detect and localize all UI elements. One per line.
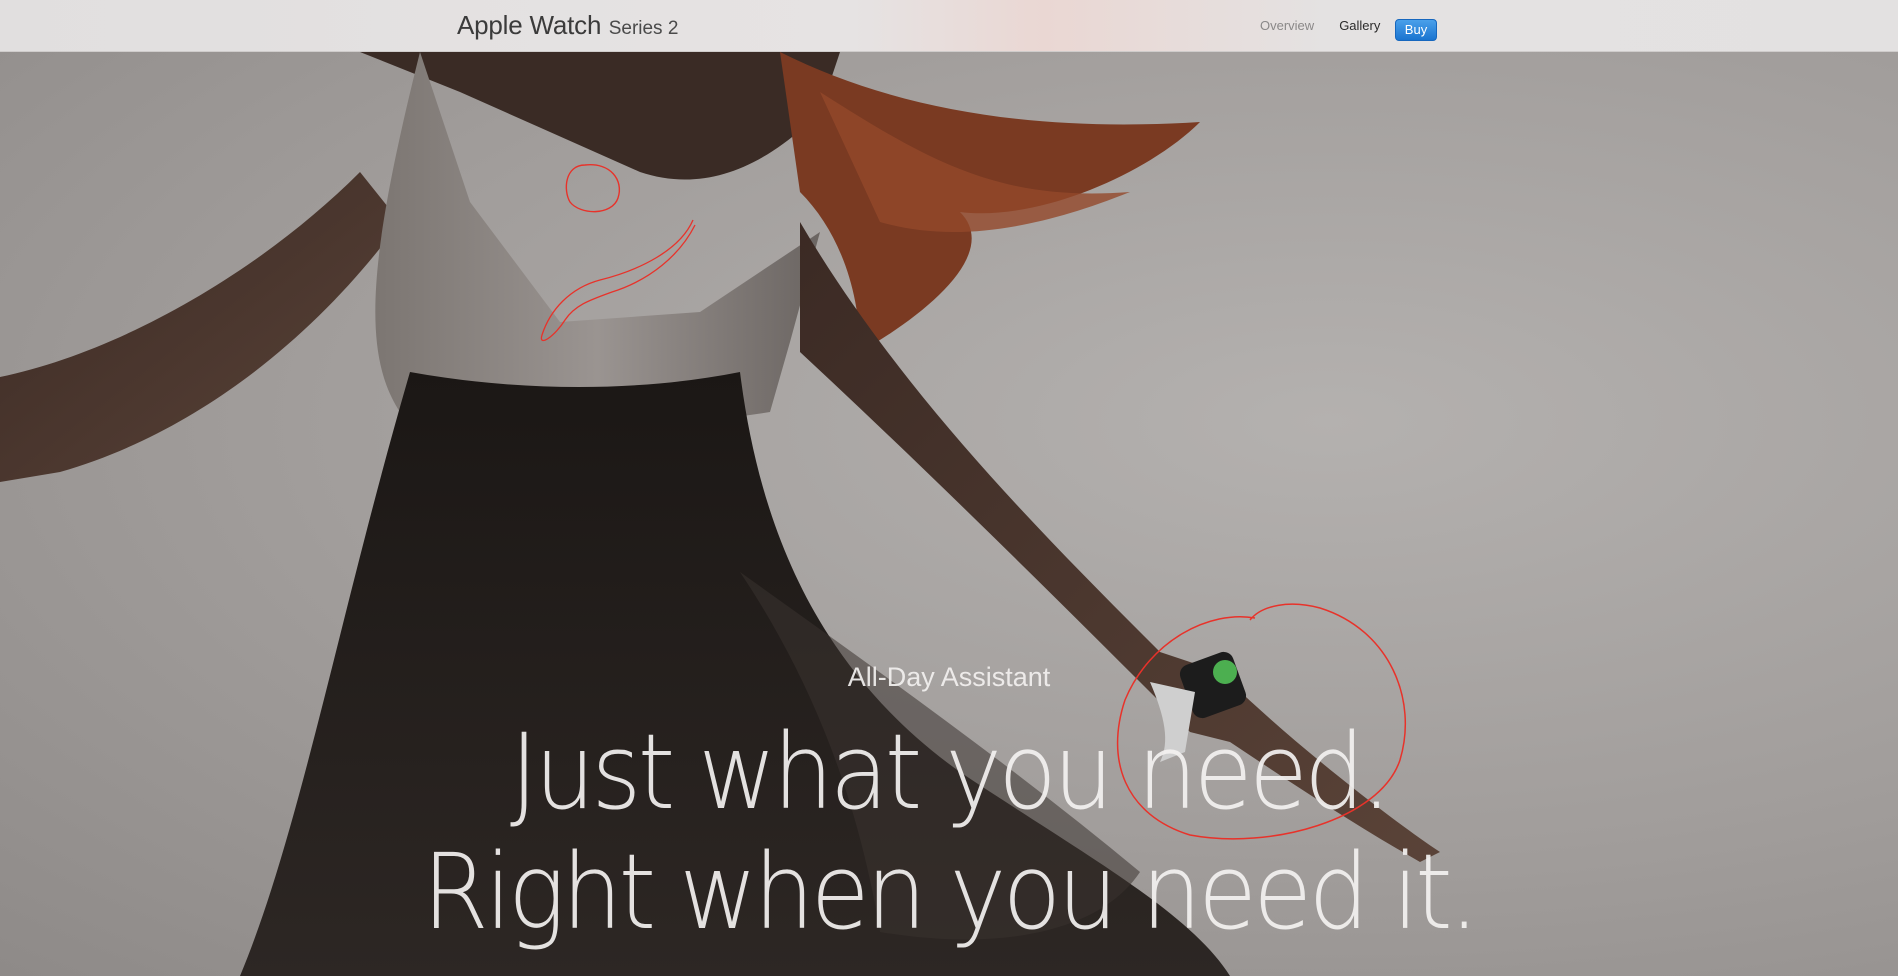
hero-headline-line-1: Just what you need. bbox=[510, 711, 1392, 833]
hero-headline-line-2: Right when you need it. bbox=[422, 831, 1479, 953]
nav-link-overview[interactable]: Overview bbox=[1260, 18, 1314, 33]
nav-bar: Apple Watch Series 2 Overview Gallery Bu… bbox=[0, 0, 1898, 52]
nav-links: Overview Gallery bbox=[1260, 18, 1380, 33]
product-name: Apple Watch bbox=[457, 10, 602, 40]
hero-headline: Just what you need. Right when you need … bbox=[0, 712, 1898, 952]
hero-section: All-Day Assistant Just what you need. Ri… bbox=[0, 52, 1898, 976]
product-series: Series 2 bbox=[608, 18, 679, 39]
buy-button[interactable]: Buy bbox=[1395, 19, 1437, 41]
product-title[interactable]: Apple Watch Series 2 bbox=[457, 10, 678, 41]
hero-eyebrow: All-Day Assistant bbox=[847, 662, 1051, 692]
page: Apple Watch Series 2 Overview Gallery Bu… bbox=[0, 0, 1898, 976]
nav-link-gallery[interactable]: Gallery bbox=[1339, 18, 1380, 33]
